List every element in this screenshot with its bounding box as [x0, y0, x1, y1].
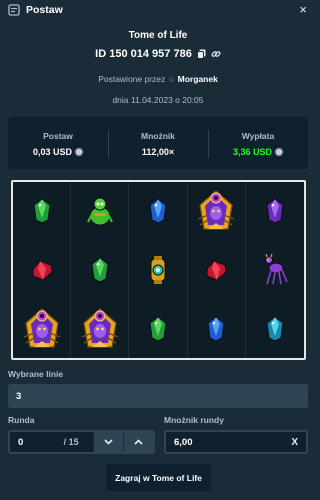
round-label: Runda [8, 415, 35, 425]
blue-gem-icon [206, 316, 226, 342]
red-gem-icon [30, 259, 54, 281]
reel-cell [129, 182, 188, 241]
reel-cell [129, 240, 188, 300]
chevron-down-icon [104, 439, 113, 445]
round-prev-button[interactable] [92, 432, 123, 452]
round-multiplier-label: Mnożnik rundy [164, 415, 224, 425]
placed-by-line: Postawione przez ☆ Morganek [0, 74, 316, 85]
usd-coin-icon [75, 148, 84, 156]
stat-multiplier-value: 112,00× [141, 147, 175, 157]
bet-id-line: ID 150 014 957 786 [0, 48, 316, 60]
modal-title: Postaw [26, 4, 63, 16]
reel-cell [188, 299, 246, 358]
round-next-button[interactable] [122, 432, 153, 452]
stat-payout-value-row: 3,36 USD [208, 147, 308, 157]
bet-slip-icon [8, 4, 20, 16]
round-value[interactable]: 0 [10, 437, 64, 448]
purple-gem-icon [265, 198, 285, 224]
reel-cell [246, 182, 304, 241]
blue-gem-icon [148, 198, 168, 224]
lines-field[interactable]: 3 [8, 384, 308, 408]
stat-bet-value: 0,03 USD [32, 147, 73, 157]
lines-label: Wybrane linie [8, 369, 64, 379]
red-gem-icon [204, 259, 228, 281]
stat-payout: Wypłata 3,36 USD [208, 117, 308, 169]
spider-creature-icon [261, 253, 289, 286]
stat-bet: Postaw 0,03 USD [8, 117, 108, 169]
golden-pharaoh-icon [194, 189, 238, 233]
bet-stats-panel: Postaw 0,03 USD Mnożnik 112,00× Wypłata … [8, 117, 308, 169]
reel-cell [246, 241, 304, 300]
placed-by-label: Postawione przez [98, 74, 166, 84]
link-icon[interactable] [211, 49, 221, 59]
stat-multiplier-label: Mnożnik [141, 131, 175, 141]
reel-cell [246, 299, 304, 358]
modal-header: Postaw × [0, 0, 316, 20]
stat-payout-value: 3,36 USD [232, 147, 273, 157]
green-gem-icon [32, 198, 52, 224]
green-gem-icon [148, 316, 168, 342]
bet-id: ID 150 014 957 786 [95, 48, 192, 60]
golden-pharaoh-icon [20, 307, 64, 351]
reel-cell [71, 182, 130, 241]
reel-cell [188, 182, 246, 241]
usd-coin-icon [275, 148, 284, 156]
potion-creature-icon [86, 196, 113, 226]
stat-multiplier: Mnożnik 112,00× [108, 117, 208, 169]
stat-payout-label: Wypłata [241, 131, 275, 141]
clear-icon[interactable]: X [291, 437, 298, 448]
reel-cell [71, 240, 130, 300]
reel-cell [13, 299, 72, 358]
stat-bet-label: Postaw [43, 131, 73, 141]
golden-pharaoh-icon [78, 307, 122, 351]
game-title[interactable]: Tome of Life [0, 30, 316, 41]
round-field[interactable]: 0 / 15 [8, 430, 155, 454]
chevron-up-icon [134, 439, 143, 445]
stat-multiplier-value-row: 112,00× [108, 147, 208, 157]
round-total: / 15 [63, 437, 79, 447]
reel-cell [129, 299, 188, 358]
bet-date: dnia 11.04.2023 o 20:05 [112, 95, 204, 105]
reel-cell [13, 240, 72, 300]
star-icon: ☆ [167, 74, 176, 84]
reel-cell [188, 240, 246, 300]
round-multiplier-value: 6,00 [174, 436, 193, 448]
golden-lantern-icon [147, 255, 169, 285]
slot-reels [11, 180, 306, 360]
copy-icon[interactable] [196, 49, 206, 59]
lines-value: 3 [16, 390, 22, 402]
reel-cell [13, 182, 72, 241]
username[interactable]: Morganek [178, 74, 218, 84]
stat-bet-value-row: 0,03 USD [8, 147, 108, 157]
play-game-button[interactable]: Zagraj w Tome of Life [106, 464, 211, 491]
reel-cell [71, 299, 130, 358]
green-gem-icon [90, 257, 110, 283]
round-multiplier-field[interactable]: 6,00 X [164, 430, 308, 454]
close-icon[interactable]: × [299, 3, 307, 17]
teal-gem-icon [265, 316, 285, 342]
